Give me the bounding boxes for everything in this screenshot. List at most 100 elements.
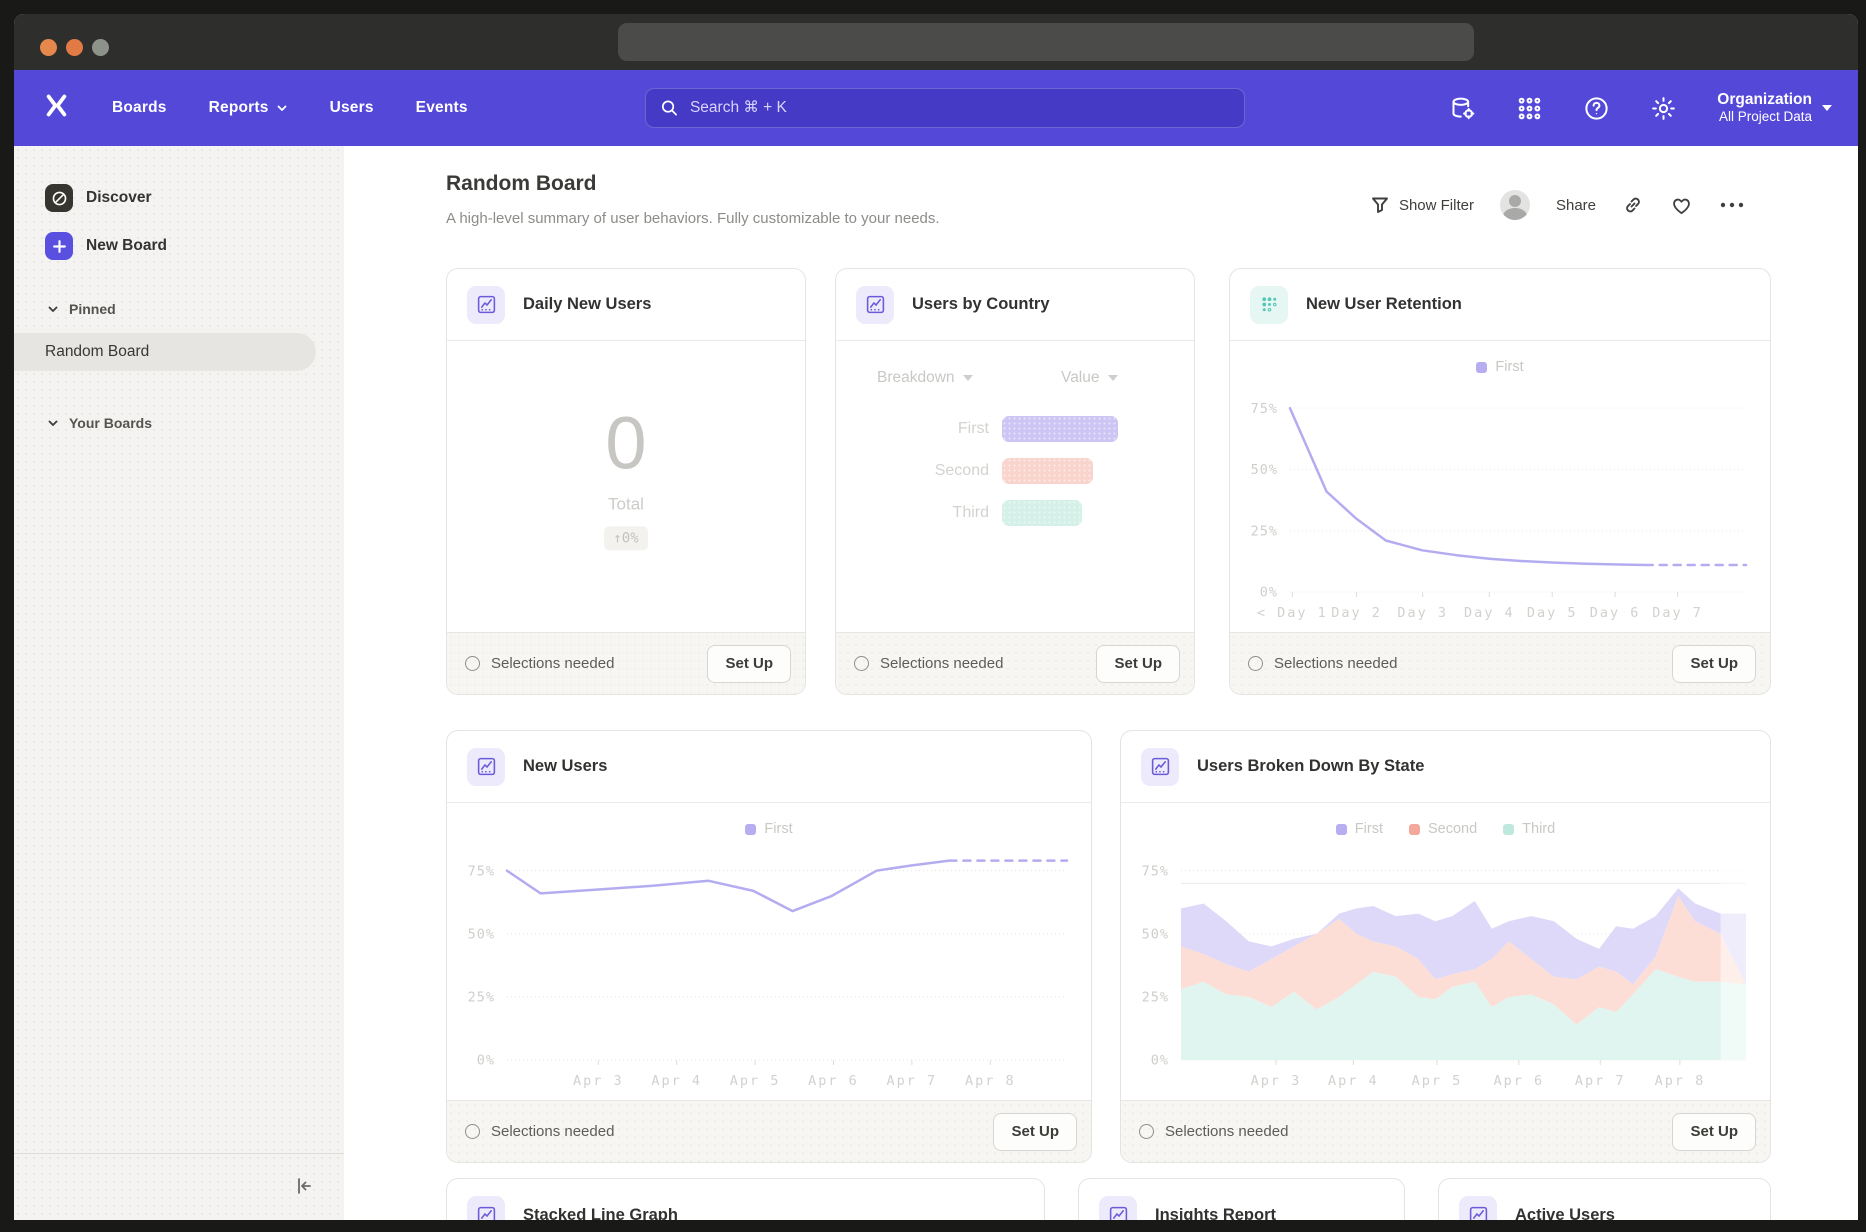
sidebar-item-random-board[interactable]: Random Board — [14, 333, 316, 371]
share-button[interactable]: Share — [1556, 197, 1596, 214]
card-title: Stacked Line Graph — [523, 1206, 678, 1221]
svg-text:Apr 5: Apr 5 — [730, 1073, 781, 1089]
nav-item-reports[interactable]: Reports — [209, 99, 288, 117]
value-dropdown[interactable]: Value — [1061, 369, 1118, 387]
svg-text:Day 3: Day 3 — [1397, 605, 1448, 621]
top-nav: Boards Reports Users Events — [14, 70, 1858, 146]
status-circle-icon — [1139, 1124, 1154, 1139]
sidebar-divider — [14, 1153, 344, 1154]
svg-text:50%: 50% — [1142, 927, 1169, 943]
stacked-area-chart: 75%50%25%0%Apr 3Apr 4Apr 5Apr 6Apr 7Apr … — [1121, 839, 1770, 1100]
status-circle-icon — [465, 656, 480, 671]
nav-item-users[interactable]: Users — [330, 99, 374, 117]
metric-label: Total — [447, 494, 805, 514]
chart-legend: First Second Third — [1121, 819, 1770, 839]
card-users-by-country: Users by Country Breakdown Value First S… — [835, 268, 1195, 695]
copy-link-button[interactable] — [1622, 194, 1644, 216]
org-project: All Project Data — [1717, 109, 1812, 126]
data-management-icon[interactable] — [1449, 95, 1476, 122]
svg-text:Apr 6: Apr 6 — [1494, 1073, 1545, 1089]
window-controls[interactable] — [40, 39, 109, 56]
chart-legend: First — [1230, 357, 1770, 377]
new-users-line-chart: 75%50%25%0%Apr 3Apr 4Apr 5Apr 6Apr 7Apr … — [447, 839, 1091, 1100]
status-circle-icon — [854, 656, 869, 671]
address-bar[interactable] — [618, 23, 1474, 61]
set-up-button[interactable]: Set Up — [707, 645, 791, 683]
favorite-button[interactable] — [1670, 194, 1693, 217]
close-window-button[interactable] — [40, 39, 57, 56]
svg-text:< Day 1: < Day 1 — [1257, 605, 1328, 621]
line-chart-icon — [467, 286, 505, 324]
card-title: Users Broken Down By State — [1197, 757, 1424, 776]
svg-text:Apr 4: Apr 4 — [651, 1073, 702, 1089]
svg-text:25%: 25% — [468, 990, 495, 1006]
svg-text:Day 5: Day 5 — [1527, 605, 1578, 621]
chevron-down-icon — [47, 417, 59, 429]
card-title: New Users — [523, 757, 607, 776]
global-search[interactable] — [645, 88, 1245, 128]
svg-text:0%: 0% — [477, 1053, 495, 1069]
sidebar-section-pinned[interactable]: Pinned — [47, 301, 116, 317]
chevron-down-icon — [47, 303, 59, 315]
apps-grid-icon[interactable] — [1516, 95, 1543, 122]
sidebar: Discover New Board Pinned Random Board Y — [14, 146, 344, 1220]
zoom-window-button[interactable] — [92, 39, 109, 56]
mixpanel-logo-icon[interactable] — [43, 92, 70, 124]
status-text: Selections needed — [1274, 655, 1661, 672]
card-title: Users by Country — [912, 295, 1050, 314]
org-switcher[interactable]: Organization All Project Data — [1717, 90, 1832, 126]
nav-item-events[interactable]: Events — [416, 99, 468, 117]
metric-value: 0 — [447, 406, 805, 480]
line-chart-icon — [1459, 1196, 1497, 1220]
metric-delta-badge: ↑0% — [604, 526, 647, 550]
show-filter-button[interactable]: Show Filter — [1370, 195, 1474, 215]
chart-legend: First — [447, 819, 1091, 839]
svg-text:Day 7: Day 7 — [1652, 605, 1703, 621]
settings-gear-icon[interactable] — [1650, 95, 1677, 122]
svg-text:50%: 50% — [1251, 462, 1278, 478]
legend-swatch — [745, 824, 756, 835]
help-icon[interactable] — [1583, 95, 1610, 122]
filter-funnel-icon — [1370, 195, 1390, 215]
avatar[interactable] — [1500, 190, 1530, 220]
chevron-down-icon — [276, 102, 288, 114]
sidebar-item-new-board[interactable]: New Board — [45, 232, 167, 260]
sidebar-item-discover[interactable]: Discover — [45, 184, 151, 212]
svg-text:50%: 50% — [468, 927, 495, 943]
card-title: Daily New Users — [523, 295, 651, 314]
more-options-button[interactable] — [1719, 200, 1745, 210]
heart-icon — [1670, 194, 1693, 217]
table-row: Second — [836, 458, 1093, 484]
collapse-sidebar-button[interactable] — [292, 1174, 316, 1203]
set-up-button[interactable]: Set Up — [1096, 645, 1180, 683]
nav-item-boards[interactable]: Boards — [112, 99, 167, 117]
search-icon — [660, 98, 679, 118]
svg-text:Apr 3: Apr 3 — [573, 1073, 624, 1089]
minimize-window-button[interactable] — [66, 39, 83, 56]
card-stacked-line-graph: Stacked Line Graph — [446, 1178, 1045, 1220]
retention-dots-icon — [1250, 286, 1288, 324]
breakdown-dropdown[interactable]: Breakdown — [877, 369, 973, 387]
browser-titlebar — [14, 14, 1858, 70]
svg-text:Apr 4: Apr 4 — [1328, 1073, 1379, 1089]
card-active-users: Active Users — [1438, 1178, 1771, 1220]
sidebar-section-your-boards[interactable]: Your Boards — [47, 415, 152, 431]
svg-text:75%: 75% — [468, 863, 495, 879]
ellipsis-icon — [1719, 200, 1745, 210]
svg-text:0%: 0% — [1151, 1053, 1169, 1069]
svg-text:25%: 25% — [1142, 990, 1169, 1006]
svg-text:Apr 7: Apr 7 — [1575, 1073, 1626, 1089]
plus-icon — [45, 232, 73, 260]
org-name: Organization — [1717, 90, 1812, 109]
discover-compass-icon — [45, 184, 73, 212]
legend-swatch — [1409, 824, 1420, 835]
set-up-button[interactable]: Set Up — [1672, 1113, 1756, 1151]
search-input[interactable] — [690, 99, 1230, 117]
nav-left: Boards Reports Users Events — [14, 92, 468, 124]
set-up-button[interactable]: Set Up — [1672, 645, 1756, 683]
set-up-button[interactable]: Set Up — [993, 1113, 1077, 1151]
status-text: Selections needed — [491, 1123, 982, 1140]
card-title: Insights Report — [1155, 1206, 1276, 1221]
caret-down-icon — [1108, 375, 1118, 381]
svg-text:Apr 8: Apr 8 — [1655, 1073, 1706, 1089]
